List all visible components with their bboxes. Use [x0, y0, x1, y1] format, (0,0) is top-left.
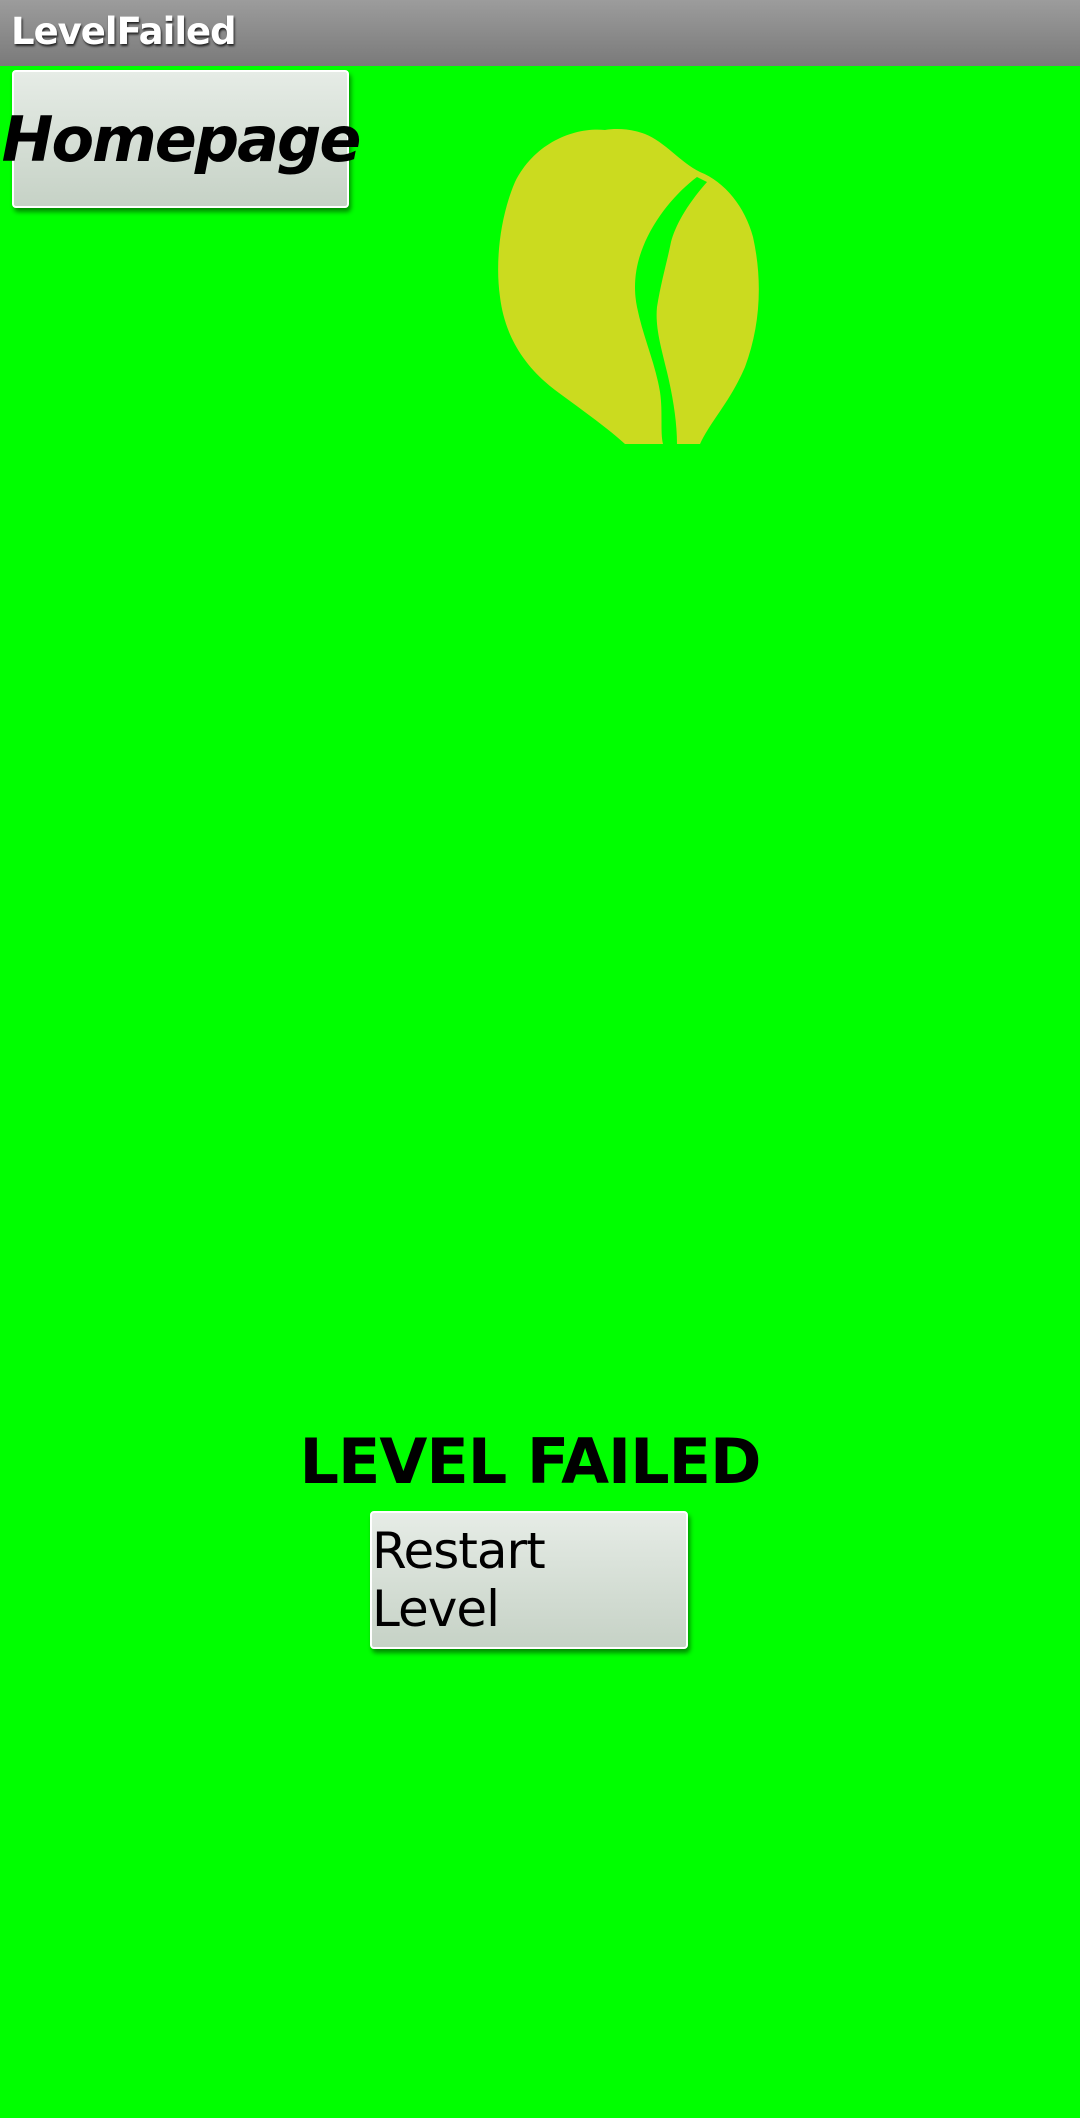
- restart-level-button[interactable]: Restart Level: [370, 1511, 688, 1649]
- title-bar: LevelFailed: [0, 0, 1080, 66]
- homepage-button-label: Homepage: [1, 102, 362, 176]
- level-failed-screen: LevelFailed Homepage LEVEL FAILED Restar…: [0, 0, 1080, 2118]
- app-title: LevelFailed: [11, 10, 237, 53]
- fruit-logo-icon: [495, 122, 770, 444]
- level-failed-heading: LEVEL FAILED: [299, 1425, 762, 1498]
- restart-level-button-label: Restart Level: [372, 1522, 546, 1638]
- homepage-button[interactable]: Homepage: [2, 70, 361, 208]
